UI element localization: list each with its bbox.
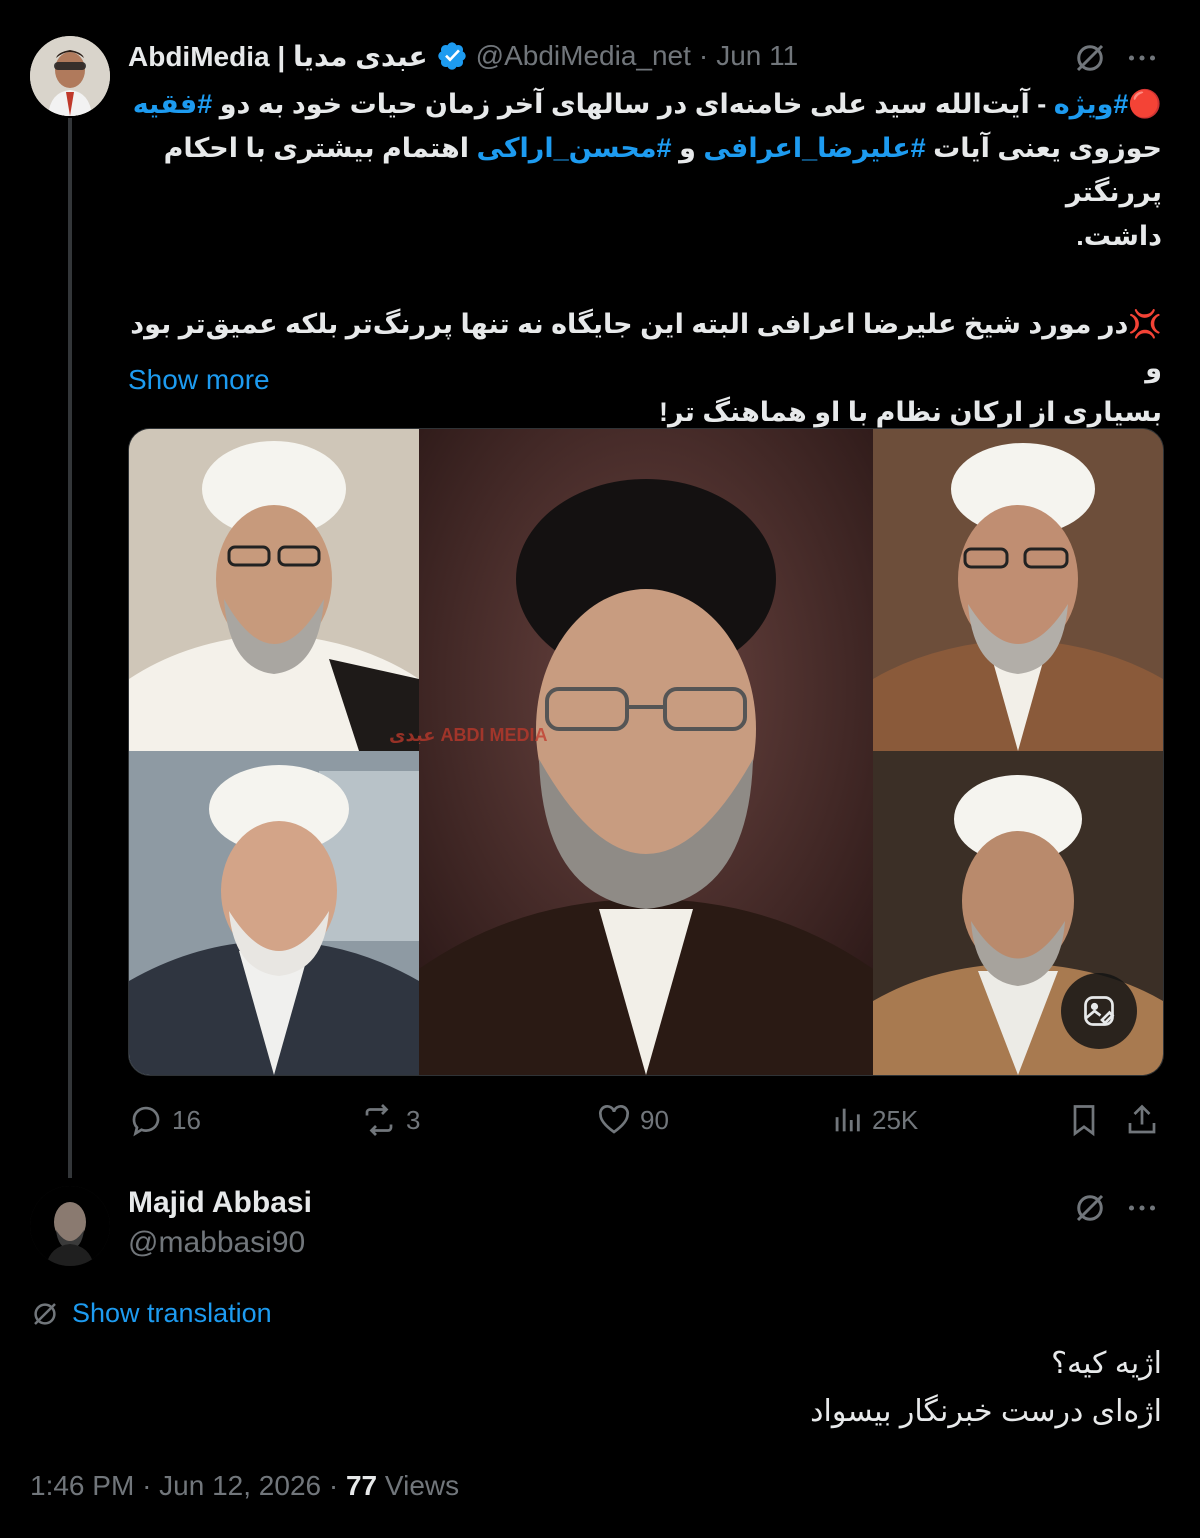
verified-badge-icon — [438, 42, 466, 70]
tweet-line: 💢در مورد شیخ علیرضا اعرافی البته این جای… — [122, 302, 1162, 390]
views-icon — [835, 1108, 860, 1132]
tweet-media-collage[interactable]: عبدی ABDI MEDIA — [128, 428, 1164, 1076]
portrait-top-right — [873, 429, 1163, 751]
tweet-line: حوزوی یعنی آیات #علیرضا_اعرافی و #محسن_ا… — [122, 126, 1162, 214]
tweet-body: 🔴#ویژه - آیت‌الله سید علی خامنه‌ای در سا… — [122, 82, 1162, 434]
show-translation-link[interactable]: Show translation — [30, 1298, 272, 1329]
portrait-top-left — [129, 429, 419, 751]
bookmark-button[interactable] — [1066, 1098, 1102, 1142]
more-icon[interactable] — [1124, 40, 1160, 81]
reply-icon — [132, 1106, 160, 1137]
tweet-text-span: - آیت‌الله سید علی خامنه‌ای در سالهای آخ… — [212, 89, 1054, 119]
tweet-text-span: 🔴 — [1128, 89, 1162, 119]
dot-separator: · — [142, 1470, 152, 1501]
hashtag-link[interactable]: #فقیه — [133, 89, 213, 119]
views-label: Views — [384, 1470, 460, 1501]
reply-user-handle[interactable]: @mabbasi90 — [128, 1226, 305, 1260]
display-name[interactable]: AbdiMedia | عبدی مدیا — [128, 40, 428, 73]
show-more-link[interactable]: Show more — [128, 364, 270, 396]
tweet-text-span: داشت. — [1076, 221, 1162, 251]
alt-text-icon — [1084, 996, 1115, 1026]
grok-slash-icon[interactable] — [1072, 40, 1108, 81]
like-icon — [599, 1105, 629, 1134]
repost-button[interactable]: 3 — [360, 1098, 420, 1142]
tweet-text-span: و — [671, 133, 704, 163]
repost-count: 3 — [406, 1104, 421, 1135]
translate-icon — [34, 1302, 56, 1325]
reply-body: اژیه کیه؟ اژه‌ای درست خبرنگار بیسواد — [62, 1340, 1162, 1436]
tweet-text-span: حوزوی یعنی آیات — [925, 133, 1162, 163]
reply-date[interactable]: Jun 12, 2026 — [159, 1470, 321, 1501]
like-count: 90 — [640, 1104, 669, 1135]
reply-time[interactable]: 1:46 PM — [30, 1470, 134, 1501]
tweet-actions: 16 3 90 25K — [128, 1098, 1162, 1142]
grok-slash-icon[interactable] — [1072, 1190, 1108, 1231]
dot-separator: · — [328, 1470, 339, 1501]
hashtag-link[interactable]: #محسن_اراکی — [477, 133, 672, 163]
bookmark-icon — [1073, 1105, 1095, 1137]
share-icon — [1128, 1104, 1156, 1134]
avatar-abdimedia[interactable] — [30, 36, 110, 116]
reply-meta: 1:46 PM · Jun 12, 2026 · 77 Views — [30, 1470, 459, 1502]
reply-count: 16 — [172, 1104, 201, 1135]
share-button[interactable] — [1124, 1098, 1160, 1142]
tweet-date[interactable]: Jun 11 — [716, 40, 798, 72]
tweet-text-span: بسیاری از ارکان نظام با او هماهنگ تر! — [658, 397, 1162, 427]
views-count: 25K — [872, 1104, 919, 1135]
portrait-center — [419, 429, 873, 1075]
tweet-header: AbdiMedia | عبدی مدیا @AbdiMedia_net · J… — [128, 36, 798, 76]
more-icon[interactable] — [1124, 1190, 1160, 1231]
reply-line: اژه‌ای درست خبرنگار بیسواد — [810, 1395, 1162, 1428]
views-button[interactable]: 25K — [830, 1098, 918, 1142]
watermark: عبدی ABDI MEDIA — [389, 725, 548, 745]
alt-text-button[interactable] — [1061, 973, 1137, 1049]
like-button[interactable]: 90 — [596, 1098, 669, 1142]
tweet-line: 🔴#ویژه - آیت‌الله سید علی خامنه‌ای در سا… — [122, 82, 1162, 126]
tweet-text-span: 💢در مورد شیخ علیرضا اعرافی البته این جای… — [130, 309, 1162, 383]
reply-button[interactable]: 16 — [128, 1098, 201, 1142]
tweet-line: داشت. — [122, 214, 1162, 258]
user-handle[interactable]: @AbdiMedia_net — [476, 40, 691, 72]
dot-separator: · — [698, 40, 709, 71]
avatar-majid-abbasi[interactable] — [30, 1186, 110, 1266]
hashtag-link[interactable]: #ویژه — [1054, 89, 1129, 119]
reply-line: اژیه کیه؟ — [1051, 1347, 1162, 1380]
repost-icon — [365, 1104, 393, 1136]
reply-display-name[interactable]: Majid Abbasi — [128, 1186, 312, 1220]
thread-connector-line — [68, 118, 72, 1178]
hashtag-link[interactable]: #علیرضا_اعرافی — [703, 133, 925, 163]
portrait-bottom-left — [129, 751, 419, 1075]
show-translation-label: Show translation — [72, 1298, 272, 1328]
views-count: 77 — [345, 1470, 378, 1501]
